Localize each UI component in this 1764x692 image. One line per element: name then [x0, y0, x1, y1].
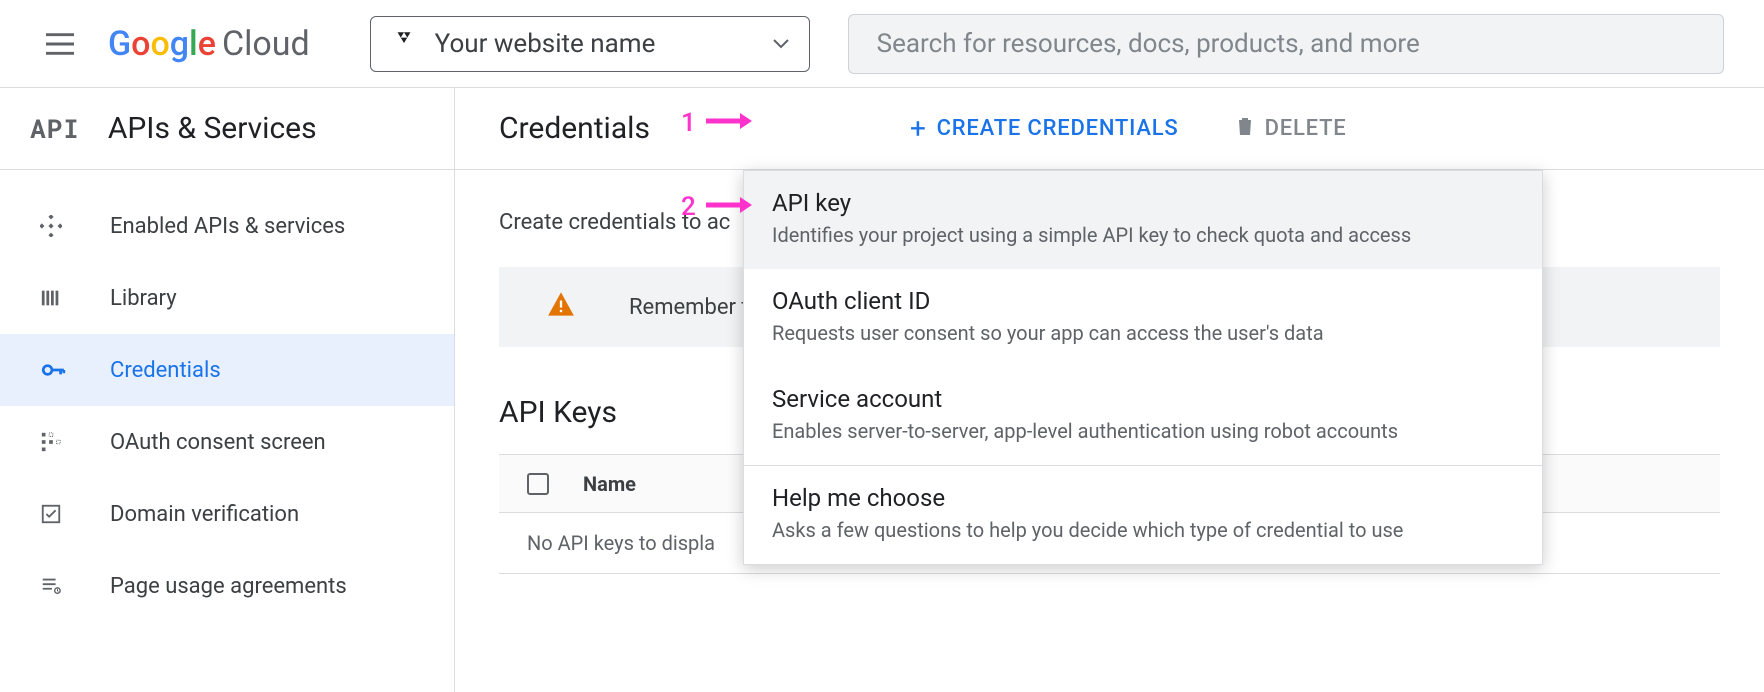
library-icon [40, 287, 110, 309]
sidebar-item-label: Page usage agreements [110, 574, 347, 599]
sidebar-item-label: Domain verification [110, 502, 299, 527]
dropdown-item-api-key[interactable]: API key Identifies your project using a … [744, 171, 1542, 269]
dropdown-item-desc: Enables server-to-server, app-level auth… [772, 419, 1514, 443]
arrow-right-icon [704, 192, 752, 222]
sidebar-item-label: Library [110, 286, 177, 311]
search-placeholder: Search for resources, docs, products, an… [877, 29, 1420, 59]
warning-icon [547, 291, 575, 323]
delete-label: DELETE [1265, 116, 1347, 141]
sidebar-item-oauth-consent[interactable]: OAuth consent screen [0, 406, 454, 478]
sidebar-item-library[interactable]: Library [0, 262, 454, 334]
sidebar-item-page-usage[interactable]: Page usage agreements [0, 550, 454, 622]
dropdown-item-service-account[interactable]: Service account Enables server-to-server… [744, 367, 1542, 465]
api-badge: API [30, 112, 80, 146]
search-input[interactable]: Search for resources, docs, products, an… [848, 14, 1724, 74]
dropdown-item-title: Help me choose [772, 484, 1514, 512]
check-square-icon [40, 503, 110, 525]
trash-icon [1235, 115, 1255, 143]
dropdown-item-desc: Asks a few questions to help you decide … [772, 518, 1514, 542]
column-name[interactable]: Name [583, 472, 636, 496]
diamond-grid-icon [40, 215, 110, 237]
create-credentials-button[interactable]: + CREATE CREDENTIALS [910, 112, 1179, 145]
agreement-icon [40, 575, 110, 597]
sidebar-header: API APIs & Services [0, 88, 454, 170]
arrow-right-icon [704, 108, 752, 138]
hamburger-menu-icon[interactable] [40, 24, 80, 64]
dropdown-item-desc: Requests user consent so your app can ac… [772, 321, 1514, 345]
project-name: Your website name [435, 29, 773, 59]
sidebar-title: APIs & Services [108, 111, 317, 146]
dropdown-item-help-choose[interactable]: Help me choose Asks a few questions to h… [744, 466, 1542, 564]
select-all-checkbox[interactable] [527, 473, 549, 495]
plus-icon: + [910, 112, 927, 145]
create-credentials-label: CREATE CREDENTIALS [937, 116, 1179, 141]
sidebar-item-label: Enabled APIs & services [110, 214, 345, 239]
sidebar-item-credentials[interactable]: Credentials [0, 334, 454, 406]
create-credentials-dropdown: API key Identifies your project using a … [743, 170, 1543, 565]
consent-icon [40, 431, 110, 453]
project-icon [391, 29, 417, 59]
delete-button[interactable]: DELETE [1235, 115, 1347, 143]
sidebar-item-enabled-apis[interactable]: Enabled APIs & services [0, 190, 454, 262]
dropdown-item-desc: Identifies your project using a simple A… [772, 223, 1514, 247]
dropdown-item-title: API key [772, 189, 1514, 217]
page-title: Credentials [499, 111, 650, 146]
chevron-down-icon [773, 34, 789, 53]
dropdown-item-title: Service account [772, 385, 1514, 413]
key-icon [40, 357, 110, 383]
annotation-step-1: 1 [681, 108, 752, 138]
warning-text: Remember t [629, 295, 749, 320]
sidebar-item-domain-verification[interactable]: Domain verification [0, 478, 454, 550]
main-content: Credentials + CREATE CREDENTIALS DELETE … [455, 88, 1764, 692]
sidebar-item-label: Credentials [110, 358, 221, 383]
top-header: Google Cloud Your website name Search fo… [0, 0, 1764, 88]
dropdown-item-title: OAuth client ID [772, 287, 1514, 315]
sidebar: API APIs & Services Enabled APIs & servi… [0, 88, 455, 692]
annotation-step-2: 2 [681, 192, 752, 222]
main-header: Credentials + CREATE CREDENTIALS DELETE [455, 88, 1764, 170]
google-cloud-logo[interactable]: Google Cloud [108, 24, 310, 64]
project-selector[interactable]: Your website name [370, 16, 810, 72]
dropdown-item-oauth-client[interactable]: OAuth client ID Requests user consent so… [744, 269, 1542, 367]
sidebar-item-label: OAuth consent screen [110, 430, 326, 455]
